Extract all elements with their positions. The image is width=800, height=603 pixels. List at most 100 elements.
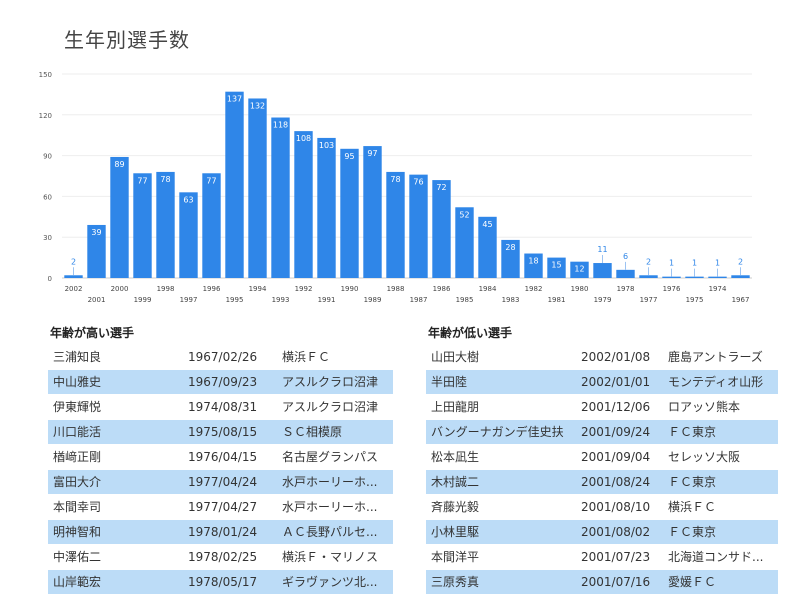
data-label: 78: [390, 175, 400, 184]
club-cell: アスルクラロ沼津: [282, 400, 379, 414]
x-tick-label: 1997: [180, 296, 198, 304]
y-tick-label: 60: [43, 193, 52, 201]
x-tick-label: 1978: [617, 285, 635, 293]
club-cell: モンテディオ山形: [668, 375, 764, 389]
birthdate-cell: 1967/02/26: [188, 350, 258, 364]
table-row: 本間幸司 1977/04/27 水戸ホーリーホ...: [48, 495, 393, 519]
table-row: 松本凪生 2001/09/04 セレッソ大阪: [426, 445, 778, 469]
data-label: 78: [160, 175, 170, 184]
player-name-cell: 中澤佑二: [53, 550, 102, 564]
table-row: 斉藤光毅 2001/08/10 横浜ＦＣ: [426, 495, 778, 519]
club-cell: ＦＣ東京: [668, 475, 717, 489]
table-row: 川口能活 1975/08/15 ＳＣ相模原: [48, 420, 393, 444]
data-label: 95: [344, 152, 354, 161]
player-name-cell: 本間幸司: [53, 500, 102, 514]
data-label: 15: [551, 261, 561, 270]
data-label: 1: [692, 259, 697, 268]
y-tick-label: 0: [48, 275, 52, 283]
x-tick-label: 1982: [525, 285, 543, 293]
x-tick-label: 1993: [272, 296, 290, 304]
table-row: 中澤佑二 1978/02/25 横浜Ｆ・マリノス: [48, 545, 393, 569]
player-name-cell: 斉藤光毅: [431, 500, 480, 514]
data-label: 103: [319, 141, 334, 150]
club-cell: セレッソ大阪: [668, 450, 741, 464]
bars: 2398977 78637713713211810810395 9778 767252…: [64, 91, 750, 279]
birthdate-cell: 2001/12/06: [581, 400, 651, 414]
x-tick-label: 1988: [387, 285, 405, 293]
player-name-cell: 中山雅史: [53, 375, 102, 389]
y-tick-label: 90: [43, 153, 52, 161]
table-row: 小林里駆 2001/08/02 ＦＣ東京: [426, 520, 778, 544]
oldest-players-table: 年齢が高い選手 三浦知良 1967/02/26 横浜ＦＣ 中山雅史 1967/09/23…: [48, 322, 393, 595]
youngest-table-title: 年齢が低い選手: [428, 326, 513, 340]
player-name-cell: バングーナガンデ佳史扶: [431, 425, 564, 439]
data-label: 39: [91, 228, 101, 237]
x-tick-label: 1996: [203, 285, 221, 293]
player-name-cell: 楢﨑正剛: [53, 450, 102, 464]
table-row: 山岸範宏 1978/05/17 ギラヴァンツ北...: [48, 570, 393, 594]
club-cell: 横浜ＦＣ: [668, 500, 717, 514]
x-tick-label: 1989: [364, 296, 382, 304]
birthdate-cell: 2001/08/10: [581, 500, 651, 514]
table-row: 三浦知良 1967/02/26 横浜ＦＣ: [48, 345, 393, 369]
birthdate-cell: 1967/09/23: [188, 375, 258, 389]
x-tick-label: 1986: [433, 285, 451, 293]
x-tick-label: 1998: [157, 285, 175, 293]
bar: [248, 98, 267, 278]
x-tick-label: 2000: [111, 285, 129, 293]
table-row: 半田陸 2002/01/01 モンテディオ山形: [426, 370, 778, 394]
data-label: 45: [482, 220, 492, 229]
bar: [179, 192, 198, 278]
birthdate-cell: 1978/01/24: [188, 525, 258, 539]
data-label: 2: [738, 257, 743, 266]
birthdate-cell: 1978/05/17: [188, 575, 258, 589]
bar: [409, 174, 428, 278]
birthdate-cell: 2001/07/23: [581, 550, 651, 564]
player-name-cell: 三原秀真: [431, 575, 480, 589]
player-name-cell: 山田大樹: [431, 350, 480, 364]
x-tick-label: 1987: [410, 296, 428, 304]
player-name-cell: 木村誠二: [431, 475, 480, 489]
data-label: 76: [413, 178, 423, 187]
player-name-cell: 川口能活: [53, 425, 102, 439]
player-name-cell: 明神智和: [53, 525, 102, 539]
x-tick-label: 1994: [249, 285, 267, 293]
club-cell: ギラヴァンツ北...: [282, 575, 378, 589]
data-label: 28: [505, 243, 515, 252]
player-name-cell: 富田大介: [53, 475, 102, 489]
data-label: 118: [273, 121, 288, 130]
data-label: 97: [367, 149, 377, 158]
club-cell: ＳＣ相模原: [282, 425, 343, 439]
x-tick-label: 1995: [226, 296, 244, 304]
x-tick-label: 1980: [571, 285, 589, 293]
bar: [271, 117, 290, 278]
birthdate-cell: 1978/02/25: [188, 550, 258, 564]
bar: [731, 275, 750, 278]
bar: [708, 276, 727, 278]
x-tick-label: 1974: [709, 285, 727, 293]
bar: [685, 276, 704, 278]
player-name-cell: 上田龍朋: [431, 400, 480, 414]
table-row: 明神智和 1978/01/24 ＡＣ長野パルセ...: [48, 520, 393, 544]
x-tick-label: 2001: [88, 296, 106, 304]
bar: [110, 156, 129, 278]
birthdate-cell: 1976/04/15: [188, 450, 258, 464]
table-row: 本間洋平 2001/07/23 北海道コンサド...: [426, 545, 778, 569]
y-tick-label: 150: [39, 71, 52, 79]
birthdate-cell: 2001/08/24: [581, 475, 651, 489]
data-label: 77: [206, 176, 216, 185]
player-name-cell: 本間洋平: [431, 550, 480, 564]
bar: [639, 275, 658, 278]
bar: [202, 173, 221, 278]
data-label: 1: [669, 259, 674, 268]
club-cell: 愛媛ＦＣ: [668, 575, 717, 589]
bar: [432, 180, 451, 278]
bar: [386, 171, 405, 278]
x-tick-label: 1977: [640, 296, 658, 304]
player-name-cell: 山岸範宏: [53, 575, 102, 589]
birthdate-cell: 2001/09/24: [581, 425, 651, 439]
player-name-cell: 伊東輝悦: [53, 400, 102, 414]
data-label: 132: [250, 101, 265, 110]
x-tick-label: 1984: [479, 285, 497, 293]
table-row: 伊東輝悦 1974/08/31 アスルクラロ沼津: [48, 395, 393, 419]
